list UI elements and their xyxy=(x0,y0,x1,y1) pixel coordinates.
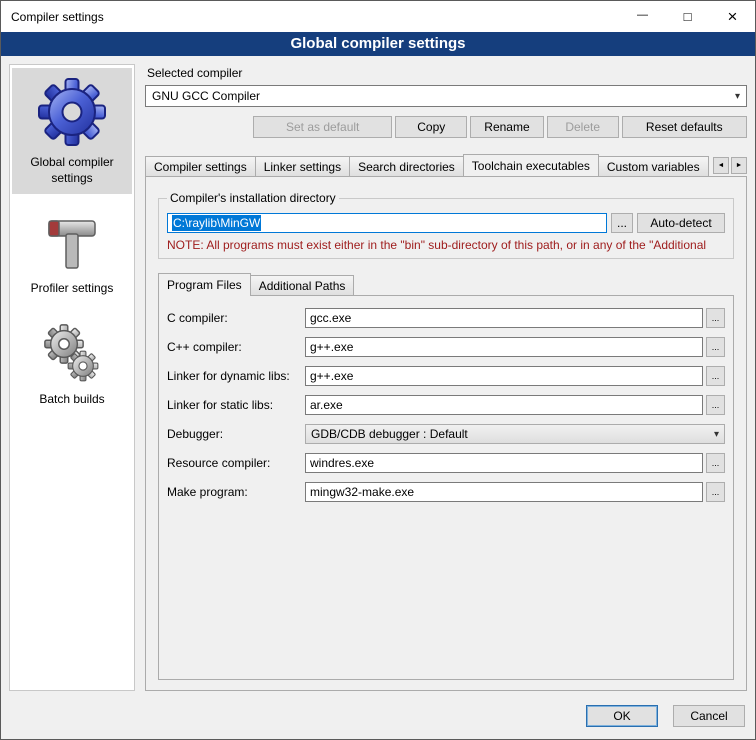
field-label: Resource compiler: xyxy=(167,456,305,470)
resource-compiler-input[interactable]: windres.exe xyxy=(305,453,703,473)
main-tab-bar: Compiler settings Linker settings Search… xyxy=(145,154,747,176)
sidebar-item-label: Profiler settings xyxy=(31,281,114,297)
field-row-c-compiler: C compiler: gcc.exe ... xyxy=(167,308,725,328)
dynamic-linker-input[interactable]: g++.exe xyxy=(305,366,703,386)
main-settings-area: Selected compiler GNU GCC Compiler ▾ Set… xyxy=(145,64,747,699)
installation-directory-input[interactable]: C:\raylib\MinGW xyxy=(167,213,607,233)
c-compiler-value: gcc.exe xyxy=(310,311,351,325)
selected-compiler-value: GNU GCC Compiler xyxy=(152,89,260,103)
titlebar: Compiler settings — □ × xyxy=(1,1,755,32)
bin-subdirectory-note: NOTE: All programs must exist either in … xyxy=(167,238,725,252)
field-row-make-program: Make program: mingw32-make.exe ... xyxy=(167,482,725,502)
field-row-debugger: Debugger: GDB/CDB debugger : Default ▾ xyxy=(167,424,725,444)
ok-button[interactable]: OK xyxy=(586,705,658,727)
tab-custom-variables[interactable]: Custom variables xyxy=(598,156,709,176)
tab-search-directories[interactable]: Search directories xyxy=(349,156,464,176)
minimize-button[interactable]: — xyxy=(620,1,665,32)
tab-scroll-left-icon[interactable]: ◄ xyxy=(713,157,729,174)
browse-dynamic-linker-button[interactable]: ... xyxy=(706,366,725,386)
field-label: Debugger: xyxy=(167,427,305,441)
cpp-compiler-value: g++.exe xyxy=(310,340,353,354)
chevron-down-icon: ▾ xyxy=(729,91,740,102)
sidebar-item-profiler-settings[interactable]: Profiler settings xyxy=(12,206,132,305)
window-title: Compiler settings xyxy=(1,10,620,24)
program-files-tab-bar: Program Files Additional Paths xyxy=(158,273,734,295)
auto-detect-button[interactable]: Auto-detect xyxy=(637,213,725,233)
settings-category-sidebar: Global compiler settings xyxy=(9,64,135,691)
toolchain-executables-panel: Compiler's installation directory C:\ray… xyxy=(145,176,747,691)
dynamic-linker-value: g++.exe xyxy=(310,369,353,383)
field-row-cpp-compiler: C++ compiler: g++.exe ... xyxy=(167,337,725,357)
blue-gear-icon xyxy=(35,74,109,148)
gray-gears-icon xyxy=(41,323,103,385)
field-label: C compiler: xyxy=(167,311,305,325)
tab-scroll-arrows: ◄ ► xyxy=(709,157,747,174)
field-row-static-linker: Linker for static libs: ar.exe ... xyxy=(167,395,725,415)
copy-button[interactable]: Copy xyxy=(395,116,467,138)
field-row-dynamic-linker: Linker for dynamic libs: g++.exe ... xyxy=(167,366,725,386)
browse-directory-button[interactable]: ... xyxy=(611,213,633,233)
resource-compiler-value: windres.exe xyxy=(310,456,374,470)
program-files-panel: C compiler: gcc.exe ... C++ compiler: g+… xyxy=(158,295,734,680)
make-program-input[interactable]: mingw32-make.exe xyxy=(305,482,703,502)
tab-toolchain-executables[interactable]: Toolchain executables xyxy=(463,154,599,176)
reset-defaults-button[interactable]: Reset defaults xyxy=(622,116,747,138)
page-title: Global compiler settings xyxy=(1,32,755,56)
cancel-button[interactable]: Cancel xyxy=(673,705,745,727)
browse-c-compiler-button[interactable]: ... xyxy=(706,308,725,328)
field-label: Linker for static libs: xyxy=(167,398,305,412)
compiler-actions-row: Set as default Copy Rename Delete Reset … xyxy=(145,116,747,138)
browse-resource-compiler-button[interactable]: ... xyxy=(706,453,725,473)
field-label: C++ compiler: xyxy=(167,340,305,354)
tab-additional-paths[interactable]: Additional Paths xyxy=(250,275,355,295)
tab-program-files[interactable]: Program Files xyxy=(158,273,251,296)
compiler-settings-window: Compiler settings — □ × Global compiler … xyxy=(0,0,756,740)
selected-compiler-select[interactable]: GNU GCC Compiler ▾ xyxy=(145,85,747,107)
cpp-compiler-input[interactable]: g++.exe xyxy=(305,337,703,357)
sidebar-item-global-compiler-settings[interactable]: Global compiler settings xyxy=(12,68,132,194)
chevron-down-icon: ▾ xyxy=(708,429,719,440)
field-label: Linker for dynamic libs: xyxy=(167,369,305,383)
close-icon: × xyxy=(728,7,738,27)
installation-directory-row: C:\raylib\MinGW ... Auto-detect xyxy=(167,213,725,233)
field-label: Make program: xyxy=(167,485,305,499)
dialog-footer: OK Cancel xyxy=(1,699,755,739)
make-program-value: mingw32-make.exe xyxy=(310,485,414,499)
sidebar-item-batch-builds[interactable]: Batch builds xyxy=(12,317,132,416)
static-linker-value: ar.exe xyxy=(310,398,343,412)
tab-compiler-settings[interactable]: Compiler settings xyxy=(145,156,256,176)
browse-static-linker-button[interactable]: ... xyxy=(706,395,725,415)
profiler-tool-icon xyxy=(41,212,103,274)
sidebar-item-label: Batch builds xyxy=(39,392,104,408)
debugger-select[interactable]: GDB/CDB debugger : Default ▾ xyxy=(305,424,725,444)
close-button[interactable]: × xyxy=(710,1,755,32)
rename-button[interactable]: Rename xyxy=(470,116,544,138)
debugger-value: GDB/CDB debugger : Default xyxy=(311,427,468,441)
browse-make-program-button[interactable]: ... xyxy=(706,482,725,502)
dialog-content: Global compiler settings xyxy=(1,56,755,699)
minimize-icon: — xyxy=(637,9,648,21)
maximize-icon: □ xyxy=(684,9,692,24)
static-linker-input[interactable]: ar.exe xyxy=(305,395,703,415)
tabs-strip: Compiler settings Linker settings Search… xyxy=(145,154,709,176)
selected-compiler-label: Selected compiler xyxy=(147,66,747,80)
tab-linker-settings[interactable]: Linker settings xyxy=(255,156,350,176)
set-as-default-button: Set as default xyxy=(253,116,392,138)
installation-directory-group: Compiler's installation directory C:\ray… xyxy=(158,191,734,259)
maximize-button[interactable]: □ xyxy=(665,1,710,32)
delete-button: Delete xyxy=(547,116,619,138)
installation-directory-value: C:\raylib\MinGW xyxy=(172,215,261,231)
browse-cpp-compiler-button[interactable]: ... xyxy=(706,337,725,357)
sidebar-item-label: Global compiler settings xyxy=(14,155,130,186)
tab-scroll-right-icon[interactable]: ► xyxy=(731,157,747,174)
installation-directory-group-title: Compiler's installation directory xyxy=(167,191,339,205)
c-compiler-input[interactable]: gcc.exe xyxy=(305,308,703,328)
field-row-resource-compiler: Resource compiler: windres.exe ... xyxy=(167,453,725,473)
